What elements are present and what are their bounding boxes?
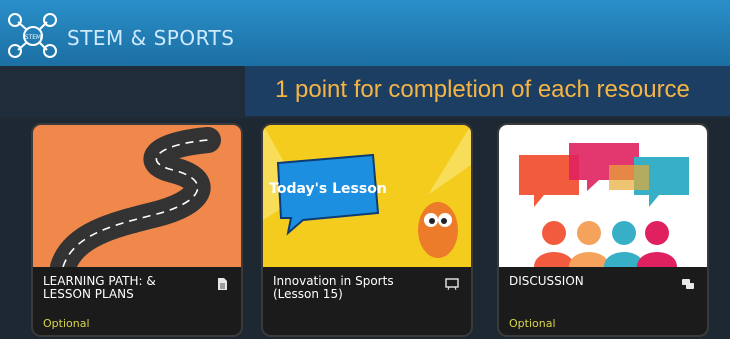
resource-card-learning-path[interactable]: LEARNING PATH: & LESSON PLANS Optional: [33, 125, 241, 335]
card-title: Innovation in Sports (Lesson 15): [273, 274, 394, 301]
resource-card-discussion[interactable]: DISCUSSION Optional: [499, 125, 707, 335]
resource-card-innovation[interactable]: Today's Lesson Innovation in Sports (Les…: [263, 125, 471, 335]
optional-tag: Optional: [509, 317, 556, 330]
app-header: STEM STEM & SPORTS: [0, 0, 730, 66]
document-icon: [218, 278, 227, 290]
todays-lesson-image: Today's Lesson: [263, 125, 471, 267]
image-text: Today's Lesson: [269, 181, 387, 197]
card-title: LEARNING PATH: & LESSON PLANS: [43, 274, 156, 301]
stem-logo[interactable]: STEM: [4, 12, 62, 58]
logo-text: STEM: [25, 34, 41, 41]
chat-bubbles-icon: [682, 279, 694, 289]
presentation-icon: [445, 278, 459, 291]
discussion-image: [499, 125, 707, 267]
banner-text: 1 point for completion of each resource: [275, 76, 690, 103]
optional-tag: Optional: [43, 317, 90, 330]
app-title: STEM & SPORTS: [67, 26, 235, 50]
road-image: [33, 125, 241, 267]
card-title: DISCUSSION: [509, 274, 584, 288]
points-banner: 1 point for completion of each resource: [245, 66, 730, 116]
